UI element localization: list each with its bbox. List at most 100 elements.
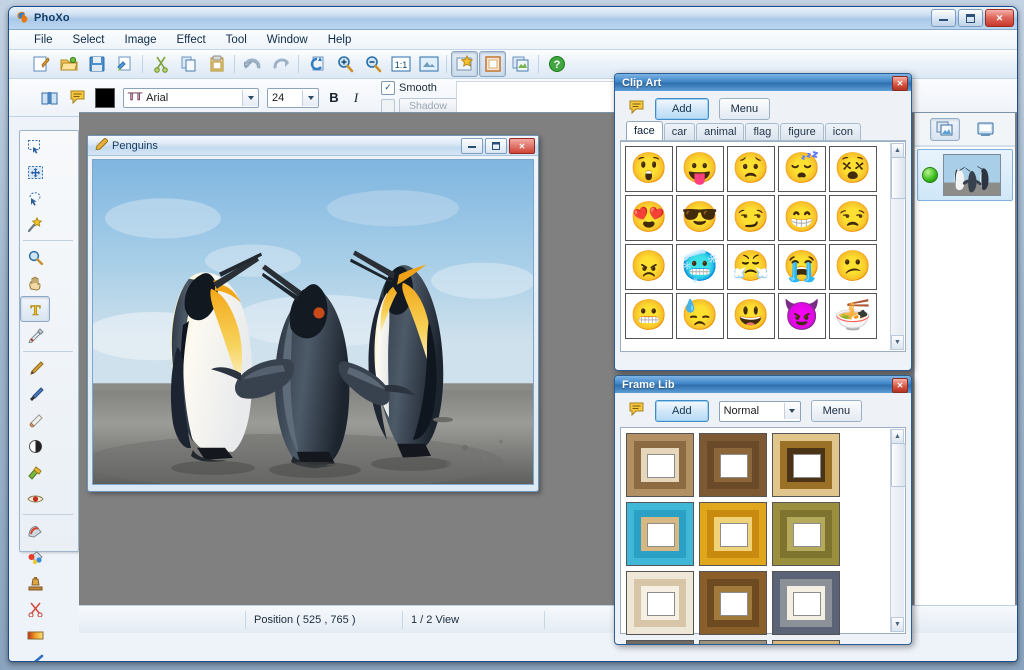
layer-list[interactable]	[915, 146, 1015, 605]
document-window[interactable]: Penguins ✕	[87, 135, 539, 492]
frame-turquoise-mosaic[interactable]	[626, 502, 694, 566]
layer-properties-button[interactable]	[970, 118, 1000, 141]
frame-lib-close-button[interactable]: ✕	[892, 378, 908, 393]
text-tool[interactable]: T	[20, 296, 50, 322]
frame-lib-add-button[interactable]: Add	[655, 400, 709, 422]
emoji-sunglasses-cigar[interactable]: 😎	[676, 195, 724, 241]
emoji-worried[interactable]: 😟	[727, 146, 775, 192]
frame-white-lace[interactable]	[626, 571, 694, 635]
tab-flag[interactable]: flag	[745, 123, 780, 140]
frame-antique-beige[interactable]	[699, 640, 767, 644]
document-canvas[interactable]	[92, 159, 534, 485]
document-maximize-button[interactable]	[485, 138, 507, 154]
copy-icon[interactable]	[175, 51, 202, 77]
frame-parchment-swirl[interactable]	[772, 640, 840, 644]
emoji-cold-blue[interactable]: 🥶	[676, 244, 724, 290]
frame-ornate-tan[interactable]	[626, 433, 694, 497]
fit-screen-icon[interactable]	[415, 51, 442, 77]
shadow-checkbox[interactable]	[381, 99, 395, 113]
menu-tool[interactable]: Tool	[217, 32, 256, 48]
emoji-happy-smile[interactable]: 😃	[727, 293, 775, 339]
emoji-unamused[interactable]: 😕	[829, 244, 877, 290]
gradient-bar-tool[interactable]	[20, 622, 50, 648]
frame-grey-stone[interactable]	[626, 640, 694, 644]
cut-icon[interactable]	[147, 51, 174, 77]
frame-lib-scrollbar[interactable]: ▲ ▼	[890, 429, 906, 632]
tab-icon[interactable]: icon	[824, 123, 861, 140]
italic-button[interactable]: I	[349, 90, 363, 106]
frame-blue-grey-wash[interactable]	[772, 571, 840, 635]
tab-figure[interactable]: figure	[780, 123, 824, 140]
menu-effect[interactable]: Effect	[167, 32, 214, 48]
emoji-mad-kanji[interactable]: 😤	[727, 244, 775, 290]
menu-select[interactable]: Select	[64, 32, 114, 48]
line-tool[interactable]	[20, 648, 50, 661]
print-icon[interactable]	[111, 51, 138, 77]
tab-car[interactable]: car	[663, 123, 696, 140]
menu-image[interactable]: Image	[116, 32, 166, 48]
close-button[interactable]: ✕	[985, 9, 1014, 27]
undo-icon[interactable]	[239, 51, 266, 77]
frame-lib-icon[interactable]	[479, 51, 506, 77]
rectangular-marquee-tool[interactable]	[20, 133, 50, 159]
clip-art-scrollbar[interactable]: ▲ ▼	[890, 143, 906, 350]
eyedropper-tool[interactable]	[20, 322, 50, 348]
scroll-thumb[interactable]	[891, 157, 906, 199]
layer-visibility-icon[interactable]	[922, 167, 938, 183]
layer-thumbnail[interactable]	[943, 154, 1001, 196]
actual-size-icon[interactable]: 1:1	[387, 51, 414, 77]
frame-lib-menu-button[interactable]: Menu	[810, 400, 863, 422]
frame-dark-walnut[interactable]	[699, 433, 767, 497]
hand-tool[interactable]	[20, 270, 50, 296]
eraser-tool[interactable]	[20, 407, 50, 433]
move-tool[interactable]	[20, 159, 50, 185]
emoji-dizzy[interactable]: 😵	[829, 146, 877, 192]
emoji-devil-red[interactable]: 😈	[778, 293, 826, 339]
frame-lib-panel[interactable]: Frame Lib ✕ Add Normal Menu ▲ ▼	[614, 375, 912, 645]
frame-olive-bronze[interactable]	[772, 502, 840, 566]
frame-golden-glow[interactable]	[772, 433, 840, 497]
chevron-down-icon[interactable]	[242, 89, 258, 106]
lasso-tool[interactable]	[20, 185, 50, 211]
scroll-down-icon[interactable]: ▼	[891, 335, 904, 350]
chevron-down-icon[interactable]	[783, 403, 800, 419]
zoom-in-icon[interactable]	[331, 51, 358, 77]
frame-gold-leaf[interactable]	[699, 502, 767, 566]
paste-icon[interactable]	[203, 51, 230, 77]
redo-icon[interactable]	[267, 51, 294, 77]
document-minimize-button[interactable]	[461, 138, 483, 154]
frame-lib-grid[interactable]: ▲ ▼	[620, 427, 906, 644]
frame-chevron-wood[interactable]	[699, 571, 767, 635]
menu-file[interactable]: File	[25, 32, 62, 48]
layer-item[interactable]	[917, 149, 1013, 201]
bold-button[interactable]: B	[327, 90, 341, 105]
zoom-tool[interactable]	[20, 244, 50, 270]
red-eye-tool[interactable]	[20, 485, 50, 511]
maximize-button[interactable]	[958, 9, 983, 27]
paint-bucket-tool[interactable]	[20, 544, 50, 570]
clip-art-add-button[interactable]: Add	[655, 98, 709, 120]
minimize-button[interactable]	[931, 9, 956, 27]
pen-tool[interactable]	[20, 355, 50, 381]
gradient-fill-tool[interactable]	[20, 518, 50, 544]
open-icon[interactable]	[55, 51, 82, 77]
tab-face[interactable]: face	[626, 121, 663, 140]
menu-window[interactable]: Window	[258, 32, 317, 48]
emoji-smirk[interactable]: 😏	[727, 195, 775, 241]
layers-icon[interactable]	[507, 51, 534, 77]
book-icon[interactable]	[39, 89, 59, 107]
emoji-angry[interactable]: 😠	[625, 244, 673, 290]
magic-wand-tool[interactable]	[20, 211, 50, 237]
new-layer-button[interactable]	[930, 117, 960, 141]
scroll-up-icon[interactable]: ▲	[891, 143, 904, 158]
stamp-tool[interactable]	[20, 570, 50, 596]
emoji-annoyed[interactable]: 😒	[829, 195, 877, 241]
scroll-down-icon[interactable]: ▼	[891, 617, 904, 632]
clip-art-panel[interactable]: Clip Art ✕ Add Menu face car animal flag…	[614, 73, 912, 371]
smooth-option[interactable]: ✓ Smooth	[381, 80, 457, 95]
emoji-shocked-eyes[interactable]: 😲	[625, 146, 673, 192]
brush-tool[interactable]	[20, 381, 50, 407]
tab-animal[interactable]: animal	[696, 123, 745, 140]
chevron-down-icon[interactable]	[302, 89, 318, 106]
dodge-burn-tool[interactable]	[20, 433, 50, 459]
